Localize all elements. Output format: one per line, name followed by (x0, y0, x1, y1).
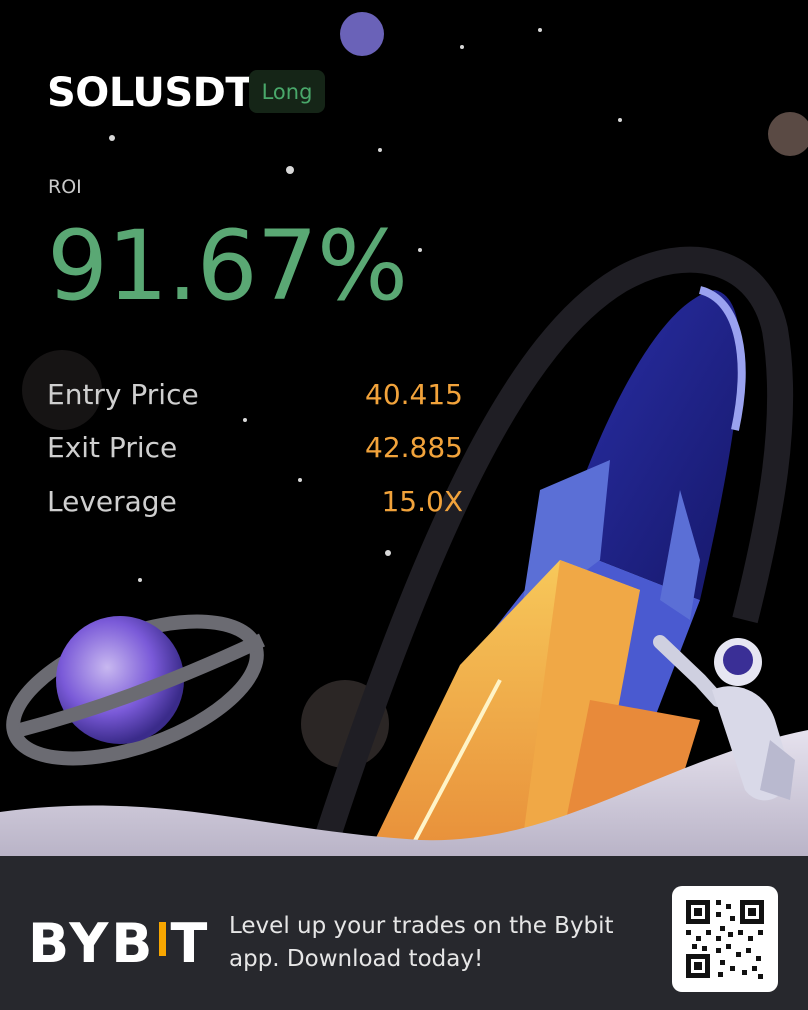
roi-value: 91.67% (47, 210, 408, 322)
space-background-art (0, 12, 808, 860)
leverage-value: 15.0X (381, 485, 463, 518)
logo-text-right: T (170, 912, 211, 975)
roi-label: ROI (48, 176, 82, 198)
small-moon-right (768, 112, 808, 156)
entry-price-value: 40.415 (365, 378, 463, 411)
small-moon (340, 12, 384, 56)
planet-illustration (6, 614, 265, 766)
leverage-label: Leverage (47, 485, 177, 518)
qr-code-graphic (686, 900, 764, 979)
promo-text: Level up your trades on the Bybit app. D… (229, 913, 614, 972)
trading-pair: SOLUSDT (47, 70, 253, 116)
logo-text-left: BYB (28, 912, 156, 975)
bybit-logo: BYB T (28, 912, 210, 975)
entry-price-label: Entry Price (47, 378, 199, 411)
position-side-badge: Long (249, 70, 325, 113)
exit-price-value: 42.885 (365, 431, 463, 464)
exit-price-label: Exit Price (47, 431, 178, 464)
qr-code-icon[interactable] (672, 886, 778, 992)
logo-i-bar (159, 922, 167, 956)
pnl-share-card: SOLUSDT Long ROI 91.67% Entry Price 40.4… (0, 0, 808, 1010)
